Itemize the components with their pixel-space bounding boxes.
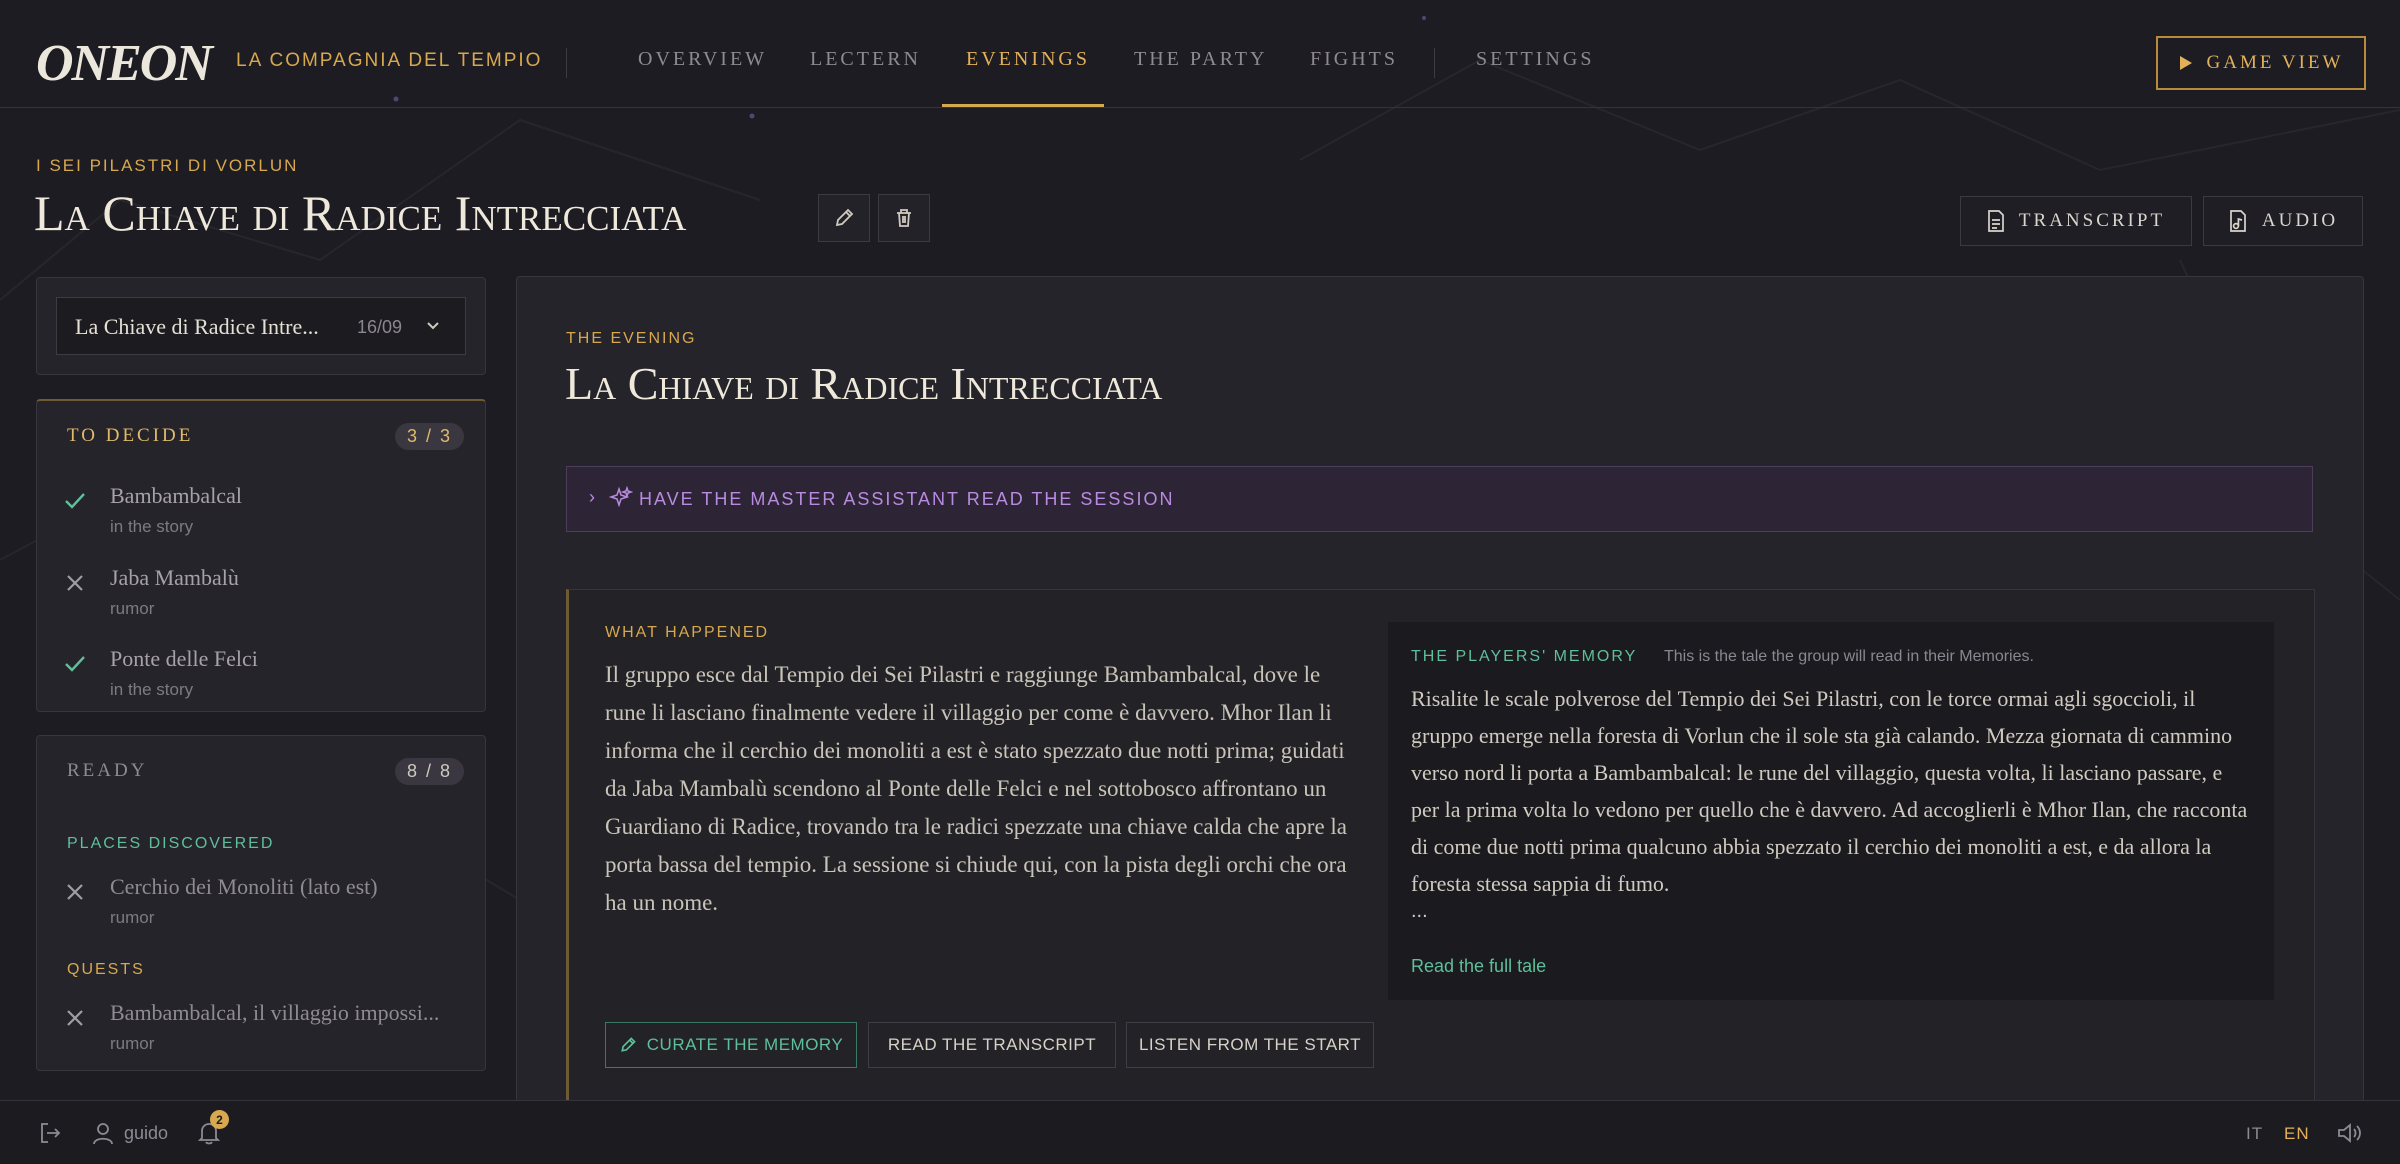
read-transcript-button[interactable]: READ THE TRANSCRIPT: [868, 1022, 1116, 1068]
item-status: rumor: [110, 1034, 155, 1053]
cross-icon: [67, 575, 83, 591]
active-tab-indicator: [942, 104, 1104, 107]
memory-ellipsis: ...: [1411, 900, 1428, 922]
sparkles-icon: [609, 486, 633, 508]
to-decide-count: 3 / 3: [395, 423, 465, 450]
what-happened-label: WHAT HAPPENED: [605, 624, 770, 641]
tab-fights[interactable]: FIGHTS: [1310, 48, 1398, 71]
session-select-value: La Chiave di Radice Intre...: [75, 314, 319, 339]
tab-settings[interactable]: SETTINGS: [1476, 48, 1594, 71]
item-name: Cerchio dei Monoliti (lato est): [110, 874, 378, 899]
tab-overview[interactable]: OVERVIEW: [638, 48, 767, 71]
places-section-label: PLACES DISCOVERED: [67, 835, 275, 852]
item-name: Jaba Mambalù: [110, 565, 239, 590]
item-status: in the story: [110, 680, 194, 699]
curate-memory-button[interactable]: CURATE THE MEMORY: [605, 1022, 857, 1068]
document-icon: [1988, 210, 2004, 232]
ready-count: 8 / 8: [395, 758, 465, 785]
list-item[interactable]: Bambambalcal in the story: [37, 471, 485, 546]
evening-label: THE EVENING: [566, 330, 697, 347]
item-status: rumor: [110, 908, 155, 927]
to-decide-title: TO DECIDE: [67, 425, 194, 446]
pencil-icon: [620, 1037, 636, 1052]
language-it[interactable]: IT: [2246, 1124, 2263, 1144]
list-item[interactable]: Bambambalcal, il villaggio impossi... ru…: [37, 988, 485, 1063]
item-status: in the story: [110, 517, 194, 536]
players-memory-text: Risalite le scale polverose del Tempio d…: [1411, 686, 2248, 896]
check-icon: [65, 656, 85, 672]
quests-section-label: QUESTS: [67, 961, 145, 978]
transcript-button[interactable]: TRANSCRIPT: [1960, 196, 2192, 246]
session-card: WHAT HAPPENED Il gruppo esce dal Tempio …: [566, 589, 2315, 1101]
cross-icon: [67, 884, 83, 900]
language-en[interactable]: EN: [2284, 1124, 2310, 1144]
list-item[interactable]: Cerchio dei Monoliti (lato est) rumor: [37, 862, 485, 937]
read-transcript-label: READ THE TRANSCRIPT: [887, 1035, 1097, 1054]
evening-title: La Chiave di Radice Intrecciata: [565, 358, 1163, 409]
curate-memory-label: CURATE THE MEMORY: [646, 1035, 844, 1054]
campaign-name[interactable]: LA COMPAGNIA DEL TEMPIO: [236, 50, 542, 72]
audio-button[interactable]: AUDIO: [2203, 196, 2363, 246]
audio-file-icon: [2230, 210, 2246, 232]
what-happened-text: Il gruppo esce dal Tempio dei Sei Pilast…: [605, 662, 1348, 915]
top-navigation: ONEON LA COMPAGNIA DEL TEMPIO OVERVIEW L…: [0, 0, 2400, 108]
tab-the-party[interactable]: THE PARTY: [1134, 48, 1267, 71]
ready-title: READY: [67, 760, 148, 781]
nav-divider: [1434, 48, 1435, 78]
read-full-tale-link[interactable]: Read the full tale: [1411, 956, 1546, 977]
to-decide-panel: TO DECIDE 3 / 3 Bambambalcal in the stor…: [36, 399, 486, 712]
item-name: Bambambalcal: [110, 483, 242, 508]
expand-chevron-icon: ›: [589, 487, 595, 507]
session-select[interactable]: La Chiave di Radice Intre... 16/09: [56, 297, 466, 355]
check-icon: [65, 493, 85, 509]
page-title: La Chiave di Radice Intrecciata: [34, 185, 687, 241]
pencil-icon: [835, 208, 854, 227]
delete-button[interactable]: [878, 194, 930, 242]
listen-from-start-button[interactable]: LISTEN FROM THE START: [1126, 1022, 1374, 1068]
chevron-down-icon: [427, 322, 439, 330]
session-select-date: 16/09: [357, 317, 403, 337]
tab-lectern[interactable]: LECTERN: [810, 48, 921, 71]
username: guido: [124, 1122, 169, 1143]
players-memory-label: THE PLAYERS' MEMORY: [1411, 648, 1638, 665]
edit-button[interactable]: [818, 194, 870, 242]
list-item[interactable]: Ponte delle Felci in the story: [37, 634, 485, 709]
tab-evenings[interactable]: EVENINGS: [966, 48, 1090, 71]
trash-icon: [897, 209, 911, 227]
session-selector-panel: La Chiave di Radice Intre... 16/09: [36, 277, 486, 375]
nav-divider: [566, 48, 567, 78]
item-name: Bambambalcal, il villaggio impossi...: [110, 1000, 440, 1025]
arc-label: I SEI PILASTRI DI VORLUN: [36, 156, 299, 175]
cross-icon: [67, 1010, 83, 1026]
app-logo[interactable]: ONEON: [36, 34, 213, 94]
user-icon: [93, 1123, 113, 1145]
user-profile[interactable]: guido: [92, 1121, 168, 1145]
audio-label: AUDIO: [2261, 210, 2339, 231]
master-assistant-label: HAVE THE MASTER ASSISTANT READ THE SESSI…: [639, 489, 1175, 509]
list-item[interactable]: Jaba Mambalù rumor: [37, 553, 485, 628]
transcript-label: TRANSCRIPT: [2018, 210, 2166, 231]
footer-bar: guido 2 IT EN: [0, 1100, 2400, 1164]
notification-badge: 2: [210, 1110, 229, 1129]
game-view-label: GAME VIEW: [2206, 52, 2344, 73]
players-memory-box: THE PLAYERS' MEMORY This is the tale the…: [1388, 622, 2274, 1000]
play-icon: [2179, 56, 2192, 70]
ready-panel: READY 8 / 8 PLACES DISCOVERED Cerchio de…: [36, 735, 486, 1071]
players-memory-note: This is the tale the group will read in …: [1664, 648, 2034, 665]
master-assistant-toggle[interactable]: › HAVE THE MASTER ASSISTANT READ THE SES…: [566, 466, 2313, 532]
logout-icon[interactable]: [38, 1121, 62, 1145]
volume-icon[interactable]: [2336, 1121, 2362, 1145]
item-status: rumor: [110, 599, 155, 618]
listen-from-start-label: LISTEN FROM THE START: [1138, 1035, 1362, 1054]
notifications-button[interactable]: 2: [196, 1110, 229, 1149]
item-name: Ponte delle Felci: [110, 646, 258, 671]
evening-panel: THE EVENING La Chiave di Radice Intrecci…: [516, 276, 2364, 1102]
game-view-button[interactable]: GAME VIEW: [2156, 36, 2366, 90]
